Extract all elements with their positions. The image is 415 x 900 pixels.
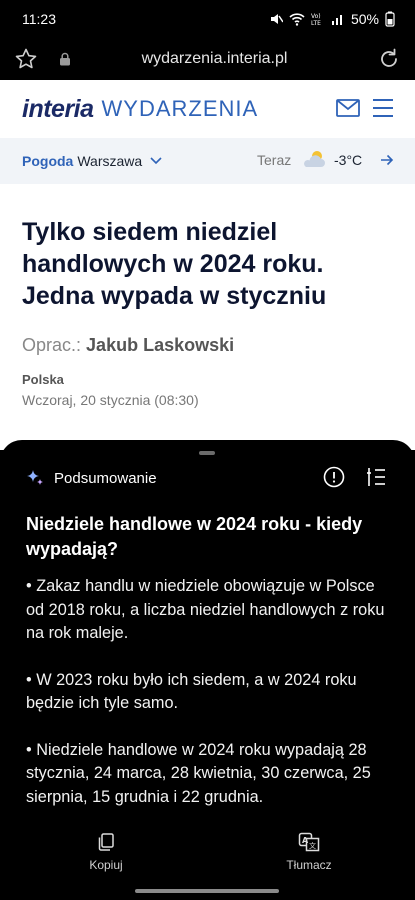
author-name[interactable]: Jakub Laskowski <box>86 335 234 355</box>
battery-icon <box>385 11 395 27</box>
partly-cloudy-icon <box>304 151 325 167</box>
volte-icon: Vo)LTE <box>311 13 321 26</box>
gesture-nav-bar[interactable] <box>135 889 279 893</box>
sheet-drag-handle[interactable] <box>199 451 215 455</box>
svg-text:LTE: LTE <box>311 20 321 26</box>
summary-title: Niedziele handlowe w 2024 roku - kiedy w… <box>26 514 363 559</box>
mail-icon[interactable] <box>336 99 360 117</box>
weather-now-label: Teraz <box>257 152 292 168</box>
summary-bullet: • W 2023 roku było ich siedem, a w 2024 … <box>26 670 357 713</box>
mute-icon <box>270 14 283 24</box>
reload-icon[interactable] <box>377 47 401 71</box>
summary-bullet: • Niedziele handlowe w 2024 roku wypadaj… <box>26 740 371 806</box>
summary-sheet: Podsumowanie Niedziele handlowe w 2024 r… <box>0 440 415 900</box>
translate-button[interactable]: A文 Tłumacz <box>281 832 337 872</box>
site-logo[interactable]: interia <box>22 95 94 124</box>
chevron-down-icon[interactable] <box>150 157 162 165</box>
site-header: interia WYDARZENIA <box>0 80 415 138</box>
author-prefix: Oprac.: <box>22 335 82 355</box>
sparkle-icon <box>27 470 43 485</box>
copy-button[interactable]: Kopiuj <box>84 832 128 872</box>
svg-text:A: A <box>302 836 309 845</box>
translate-icon: A文 <box>298 832 320 852</box>
weather-bar[interactable]: Pogoda Warszawa Teraz -3°C <box>0 138 415 184</box>
article-category[interactable]: Polska <box>22 372 64 387</box>
summary-actions: Kopiuj A文 Tłumacz <box>0 832 415 876</box>
address-bar: wydarzenia.interia.pl <box>0 38 415 80</box>
bookmark-star-icon[interactable] <box>14 47 38 71</box>
sheet-header: Podsumowanie <box>26 466 395 490</box>
url-field[interactable]: wydarzenia.interia.pl <box>72 50 357 68</box>
status-time: 11:23 <box>22 11 56 27</box>
status-bar: 11:23 Vo) LTE 50% <box>0 0 415 38</box>
status-icons: Vo) LTE 50% <box>269 11 395 27</box>
info-icon[interactable] <box>323 466 345 488</box>
sheet-title: Podsumowanie <box>54 469 157 487</box>
arrow-right-icon[interactable] <box>380 154 394 166</box>
article-headline: Tylko siedem niedziel handlowych w 2024 … <box>22 218 327 310</box>
svg-text:Vo): Vo) <box>311 13 321 20</box>
summary-settings-icon[interactable] <box>366 466 386 488</box>
weather-city[interactable]: Warszawa <box>77 153 142 169</box>
wifi-icon <box>289 13 305 26</box>
summary-bullet: • Zakaz handlu w niedziele obowiązuje w … <box>26 577 385 642</box>
menu-icon[interactable] <box>372 98 394 118</box>
svg-text:文: 文 <box>309 841 316 850</box>
lock-icon <box>60 52 70 66</box>
copy-label: Kopiuj <box>89 858 123 872</box>
article-author: Oprac.: Jakub Laskowski <box>22 335 234 356</box>
site-section[interactable]: WYDARZENIA <box>102 96 259 122</box>
translate-label: Tłumacz <box>286 858 332 872</box>
battery-percent: 50% <box>350 11 379 27</box>
article-date: Wczoraj, 20 stycznia (08:30) <box>22 392 199 408</box>
summary-bullets: • Zakaz handlu w niedziele obowiązuje w … <box>26 575 396 832</box>
weather-label: Pogoda <box>22 153 74 169</box>
copy-icon <box>98 833 114 851</box>
web-page: interia WYDARZENIA Pogoda Warszawa Teraz… <box>0 80 415 450</box>
signal-icon <box>331 15 342 25</box>
weather-temp: -3°C <box>334 152 363 168</box>
